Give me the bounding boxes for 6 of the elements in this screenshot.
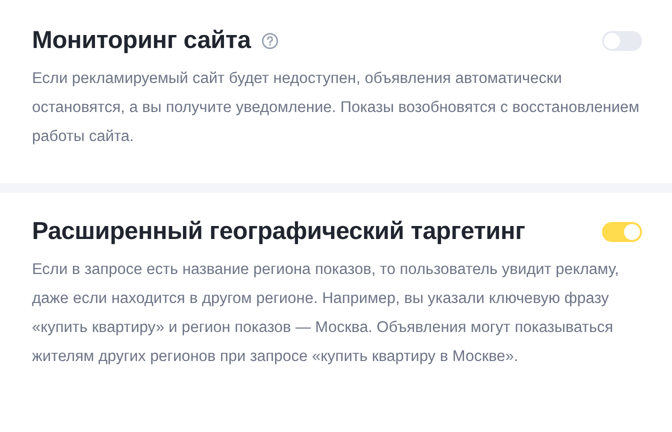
section-title: Мониторинг сайта [32,27,251,55]
section-title: Расширенный географический таргетинг [32,218,526,246]
section-description: Если рекламируемый сайт будет недоступен, объявления автоматически остановятся, а вы получите уведомление. Показы возобновятся с восстановлением работы сайта. [32,69,640,147]
toggle-switch[interactable] [602,222,642,242]
help-icon[interactable] [260,32,279,50]
section-description: Если в запросе есть название региона показов, то пользователь увидит рекламу, даже если находится в другом регионе. Например, вы указали ключевую фразу «купить квартиру» и регион показов — Москва. Объявления могут показываться жителям других регионов при запросе «купить квартиру в Москве». [32,260,620,367]
